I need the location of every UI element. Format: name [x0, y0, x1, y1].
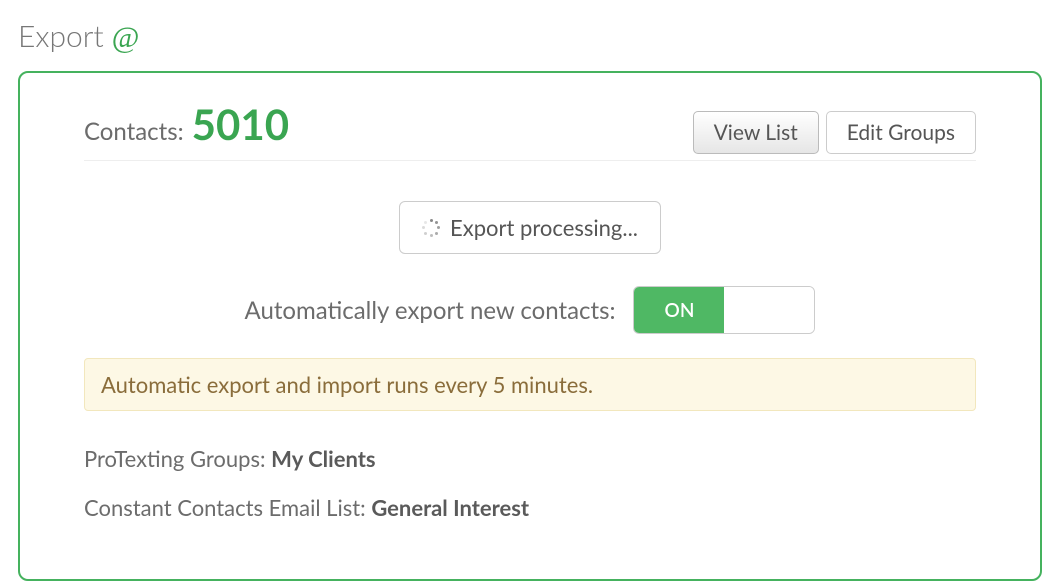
at-icon: @	[112, 21, 140, 54]
toggle-off-handle	[724, 287, 814, 333]
export-status-row: Export processing...	[84, 201, 976, 254]
page-title-text: Export	[18, 18, 104, 54]
export-status-text: Export processing...	[450, 214, 638, 241]
constant-contacts-value: General Interest	[371, 494, 529, 521]
protexting-groups-label: ProTexting Groups:	[84, 445, 266, 472]
protexting-groups-value: My Clients	[271, 445, 375, 472]
contacts-count: 5010	[192, 99, 289, 149]
alert-text: Automatic export and import runs every 5…	[101, 371, 593, 398]
spinner-icon	[422, 219, 440, 237]
export-panel: Contacts: 5010 View List Edit Groups Exp…	[18, 71, 1042, 581]
protexting-groups-row: ProTexting Groups: My Clients	[84, 445, 976, 472]
edit-groups-button[interactable]: Edit Groups	[826, 111, 976, 154]
contacts-actions: View List Edit Groups	[693, 111, 976, 154]
auto-export-toggle[interactable]: ON	[633, 286, 815, 334]
toggle-on-label: ON	[634, 287, 724, 333]
contacts-label: Contacts:	[84, 117, 184, 146]
contacts-row: Contacts: 5010 View List Edit Groups	[84, 99, 976, 161]
contacts-info: Contacts: 5010	[84, 99, 289, 149]
constant-contacts-row: Constant Contacts Email List: General In…	[84, 494, 976, 521]
auto-export-row: Automatically export new contacts: ON	[84, 286, 976, 334]
auto-export-label: Automatically export new contacts:	[245, 296, 616, 325]
view-list-button[interactable]: View List	[693, 111, 819, 154]
auto-export-alert: Automatic export and import runs every 5…	[84, 358, 976, 411]
export-status: Export processing...	[399, 201, 661, 254]
constant-contacts-label: Constant Contacts Email List:	[84, 494, 366, 521]
page-title: Export @	[18, 18, 1042, 55]
